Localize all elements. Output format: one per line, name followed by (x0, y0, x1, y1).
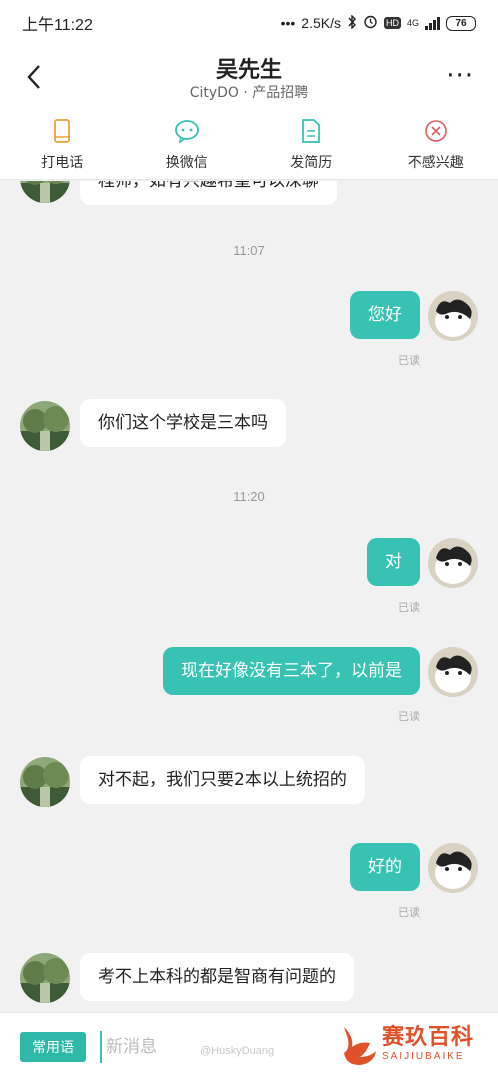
my-avatar[interactable] (428, 538, 478, 588)
brand-watermark: 赛玖百科 SAIJIUBAIKE (340, 1019, 490, 1077)
chat-header: 吴先生 CityDO · 产品招聘 ··· (0, 46, 498, 108)
message-bubble-incoming: 对不起，我们只要2本以上统招的 (80, 756, 365, 804)
cat-avatar-image (428, 647, 478, 697)
send-resume-action[interactable]: 发简历 (249, 108, 374, 179)
recruiter-avatar-image (20, 757, 70, 807)
wechat-icon (174, 118, 200, 144)
recruiter-avatar-image (20, 181, 70, 203)
recruiter-avatar[interactable] (20, 953, 70, 1003)
hd-icon: HD (383, 17, 401, 29)
brand-logo-icon (344, 1027, 376, 1065)
resume-label: 发简历 (290, 155, 333, 171)
recruiter-avatar[interactable] (20, 757, 70, 807)
recruiter-avatar-image (20, 953, 70, 1003)
status-time: 上午11:22 (22, 17, 93, 34)
cat-avatar-image (428, 538, 478, 588)
not-interested-action[interactable]: 不感兴趣 (374, 108, 498, 179)
message-bubble-outgoing: 对 (367, 538, 420, 586)
read-status: 已读 (398, 710, 420, 723)
recruiter-avatar-image (20, 401, 70, 451)
read-status: 已读 (398, 354, 420, 367)
net-speed: 2.5K/s (301, 15, 341, 31)
read-status: 已读 (398, 601, 420, 614)
cat-avatar-image (428, 843, 478, 893)
weibo-watermark: @HuskyDuang (200, 1045, 275, 1057)
status-bar: 上午11:22 ••• 2.5K/s HD 4G 76 (0, 0, 498, 46)
read-status: 已读 (398, 906, 420, 919)
call-action[interactable]: 打电话 (0, 108, 125, 179)
dots-indicator: ••• (280, 15, 296, 31)
message-bubble-incoming: 考不上本科的都是智商有问题的 (80, 953, 354, 1001)
brand-name-cn: 赛玖百科 (382, 1025, 475, 1050)
resume-icon (298, 118, 324, 144)
wechat-action[interactable]: 换微信 (125, 108, 250, 179)
signal-icon (425, 16, 440, 30)
wechat-label: 换微信 (165, 155, 208, 171)
action-bar: 打电话 换微信 发简历 不感兴趣 (0, 108, 498, 180)
contact-name: 吴先生 (215, 58, 282, 83)
chat-area[interactable]: 程师，如有兴趣希望可以深聊 11:07 您好 已读 你们这个学校是三本吗 11:… (0, 181, 498, 1012)
battery-icon: 76 (446, 15, 476, 31)
not-interested-icon (423, 118, 449, 144)
call-label: 打电话 (41, 155, 84, 171)
recruiter-avatar[interactable] (20, 401, 70, 451)
status-icons: ••• 2.5K/s HD 4G 76 (280, 13, 476, 32)
contact-subtitle: CityDO · 产品招聘 (189, 85, 309, 101)
my-avatar[interactable] (428, 647, 478, 697)
my-avatar[interactable] (428, 843, 478, 893)
my-avatar[interactable] (428, 291, 478, 341)
cat-avatar-image (428, 291, 478, 341)
not-interested-label: 不感兴趣 (407, 155, 464, 171)
message-bubble-outgoing: 好的 (350, 843, 420, 891)
bluetooth-icon (347, 13, 357, 32)
message-bubble-outgoing: 您好 (350, 291, 420, 339)
common-phrases-button[interactable]: 常用语 (20, 1032, 86, 1062)
message-bubble-incoming: 你们这个学校是三本吗 (80, 399, 286, 447)
timestamp: 11:20 (233, 489, 265, 504)
timestamp: 11:07 (233, 243, 265, 258)
message-bubble-incoming: 程师，如有兴趣希望可以深聊 (80, 181, 337, 205)
alarm-icon (363, 14, 378, 32)
more-options-button[interactable]: ··· (446, 63, 474, 89)
recruiter-avatar[interactable] (20, 181, 70, 203)
input-bar: 常用语 @HuskyDuang 赛玖百科 SAIJIUBAIKE (0, 1012, 498, 1080)
message-bubble-outgoing: 现在好像没有三本了，以前是 (163, 647, 420, 695)
phone-icon (49, 118, 75, 144)
brand-name-en: SAIJIUBAIKE (382, 1051, 465, 1062)
network-type: 4G (406, 18, 419, 28)
